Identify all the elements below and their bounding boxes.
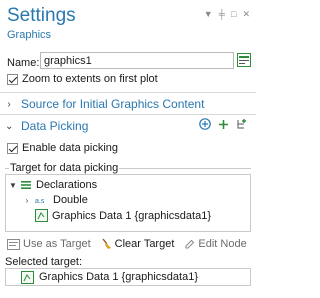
- enable-picking-checkbox[interactable]: [7, 142, 18, 154]
- graphics-data-icon: [21, 270, 34, 284]
- selected-target-field: Graphics Data 1 {graphicsdata1}: [5, 268, 251, 286]
- use-as-target-icon: [7, 238, 20, 250]
- use-as-target-label: Use as Target: [23, 238, 91, 250]
- section-picking-header[interactable]: ⌄ Data Picking: [5, 119, 88, 133]
- chevron-right-icon[interactable]: ›: [23, 196, 31, 205]
- picking-tools: [199, 118, 248, 130]
- window-controls: ▼ ╪ □ ✕: [204, 10, 250, 19]
- target-group-label: Target for data picking: [9, 162, 120, 174]
- page-title: Settings: [7, 5, 76, 26]
- tree-item-label: Double: [53, 194, 88, 206]
- edit-node-button[interactable]: Edit Node: [184, 238, 247, 250]
- enable-picking-row[interactable]: Enable data picking: [7, 142, 118, 154]
- selected-target-label: Selected target:: [5, 256, 83, 268]
- section-source-label: Source for Initial Graphics Content: [21, 97, 205, 111]
- chevron-down-icon: ⌄: [5, 120, 14, 132]
- zoom-to-extents-checkbox[interactable]: [7, 73, 18, 85]
- declarations-icon: [21, 181, 31, 189]
- page-subtitle: Graphics: [7, 29, 52, 41]
- name-settings-button[interactable]: [237, 53, 251, 67]
- close-icon[interactable]: ✕: [242, 10, 250, 19]
- use-as-target-button[interactable]: Use as Target: [7, 238, 91, 250]
- enable-picking-label: Enable data picking: [22, 142, 119, 154]
- section-source-header[interactable]: › Source for Initial Graphics Content: [5, 97, 204, 111]
- selected-target-value: Graphics Data 1 {graphicsdata1}: [39, 271, 198, 283]
- pencil-icon: [185, 239, 195, 248]
- dropdown-arrow-icon[interactable]: ▼: [204, 10, 213, 19]
- add-icon[interactable]: [218, 119, 229, 130]
- add-tree-node-icon[interactable]: [236, 118, 248, 130]
- graphics-data-icon: [35, 209, 48, 222]
- name-label: Name:: [7, 57, 40, 69]
- double-variable-icon: a.s: [35, 198, 45, 205]
- zoom-to-extents-label: Zoom to extents on first plot: [22, 73, 158, 85]
- svg-text:a.s: a.s: [35, 198, 45, 205]
- tree-item-label: Declarations: [36, 179, 98, 191]
- tree-row-graphics-data[interactable]: Graphics Data 1 {graphicsdata1}: [35, 209, 211, 222]
- broom-icon: [102, 238, 111, 249]
- table-icon: [237, 53, 251, 67]
- maximize-icon[interactable]: □: [231, 10, 236, 19]
- target-tree[interactable]: ▼ Declarations › a.s Double Graphics Dat…: [5, 174, 251, 232]
- divider: [0, 92, 256, 93]
- chevron-right-icon: ›: [7, 98, 11, 110]
- clear-target-button[interactable]: Clear Target: [101, 238, 175, 250]
- add-circle-icon[interactable]: [199, 118, 211, 130]
- clear-target-label: Clear Target: [114, 238, 175, 250]
- zoom-to-extents-row[interactable]: Zoom to extents on first plot: [7, 73, 158, 85]
- name-input[interactable]: [40, 52, 234, 69]
- pin-icon[interactable]: ╪: [219, 10, 225, 19]
- edit-node-label: Edit Node: [198, 238, 247, 250]
- section-picking-label: Data Picking: [21, 119, 89, 133]
- tree-row-double[interactable]: › a.s Double: [23, 194, 88, 206]
- tree-row-declarations[interactable]: ▼ Declarations: [9, 179, 97, 191]
- target-toolbar: Use as Target Clear Target Edit Node: [7, 238, 247, 250]
- divider: [0, 114, 256, 115]
- tree-item-label: Graphics Data 1 {graphicsdata1}: [52, 209, 211, 222]
- chevron-down-icon[interactable]: ▼: [9, 181, 17, 190]
